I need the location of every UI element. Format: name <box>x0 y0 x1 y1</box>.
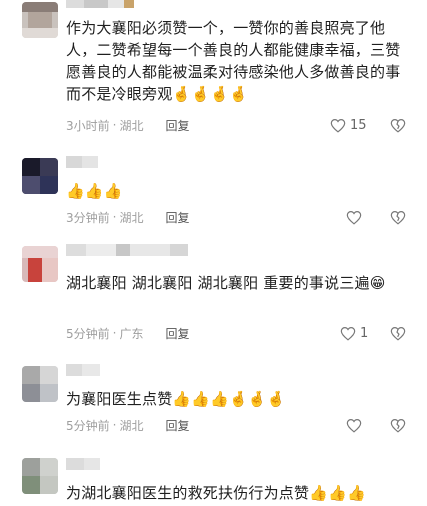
comment-location: 广东 <box>119 326 144 341</box>
avatar[interactable] <box>22 158 58 194</box>
comment-text: 👍👍👍 <box>66 182 123 200</box>
comment-location: 湖北 <box>119 418 144 433</box>
avatar[interactable] <box>22 246 58 282</box>
dislike-button[interactable] <box>390 324 406 342</box>
comment-meta: 5分钟前 · 广东 回复 <box>66 324 190 342</box>
comment-location: 湖北 <box>119 210 144 225</box>
comment-time: 5分钟前 <box>66 326 110 341</box>
broken-heart-icon <box>390 118 406 132</box>
broken-heart-icon <box>390 418 406 432</box>
meta-separator: · <box>112 326 117 340</box>
heart-outline-icon <box>346 210 362 225</box>
like-count: 15 <box>350 117 367 133</box>
username-mosaic[interactable] <box>66 364 100 376</box>
comment-time: 3分钟前 <box>66 210 110 225</box>
broken-heart-icon <box>390 326 406 340</box>
broken-heart-icon <box>390 210 406 224</box>
comment-meta: 3分钟前 · 湖北 回复 <box>66 208 190 226</box>
avatar[interactable] <box>22 2 58 38</box>
comment-meta: 3小时前 · 湖北 回复 <box>66 116 190 134</box>
like-button[interactable]: 1 <box>340 324 368 342</box>
comment-text: 为襄阳医生点赞👍👍👍🤞🤞🤞 <box>66 390 286 408</box>
comment-text: 作为大襄阳必须赞一个，一赞你的善良照亮了他人，二赞希望每一个善良的人都能健康幸福… <box>66 19 401 103</box>
avatar[interactable] <box>22 458 58 494</box>
username-mosaic[interactable] <box>66 458 100 470</box>
comment-meta: 5分钟前 · 湖北 回复 <box>66 416 190 434</box>
dislike-button[interactable] <box>390 208 406 226</box>
meta-separator: · <box>112 418 117 432</box>
comment-text: 湖北襄阳 湖北襄阳 湖北襄阳 重要的事说三遍😁 <box>66 274 386 292</box>
reply-button[interactable]: 回复 <box>165 325 189 342</box>
reply-button[interactable]: 回复 <box>165 117 189 134</box>
comment-location: 湖北 <box>119 118 144 133</box>
username-mosaic[interactable] <box>66 244 188 256</box>
like-count: 1 <box>360 325 369 341</box>
meta-separator: · <box>112 118 117 132</box>
comment-time: 5分钟前 <box>66 418 110 433</box>
reply-button[interactable]: 回复 <box>165 417 189 434</box>
comment-time: 3小时前 <box>66 118 110 133</box>
heart-outline-icon <box>340 326 356 341</box>
heart-outline-icon <box>346 418 362 433</box>
avatar[interactable] <box>22 366 58 402</box>
comment-text: 为湖北襄阳医生的救死扶伤行为点赞👍👍👍 <box>66 484 366 502</box>
meta-separator: · <box>112 210 117 224</box>
dislike-button[interactable] <box>390 116 406 134</box>
heart-outline-icon <box>330 118 346 133</box>
dislike-button[interactable] <box>390 416 406 434</box>
like-button[interactable] <box>346 208 362 226</box>
like-button[interactable]: 15 <box>330 116 367 134</box>
reply-button[interactable]: 回复 <box>165 209 189 226</box>
username-mosaic[interactable] <box>66 156 98 168</box>
username-mosaic[interactable] <box>66 0 134 8</box>
like-button[interactable] <box>346 416 362 434</box>
